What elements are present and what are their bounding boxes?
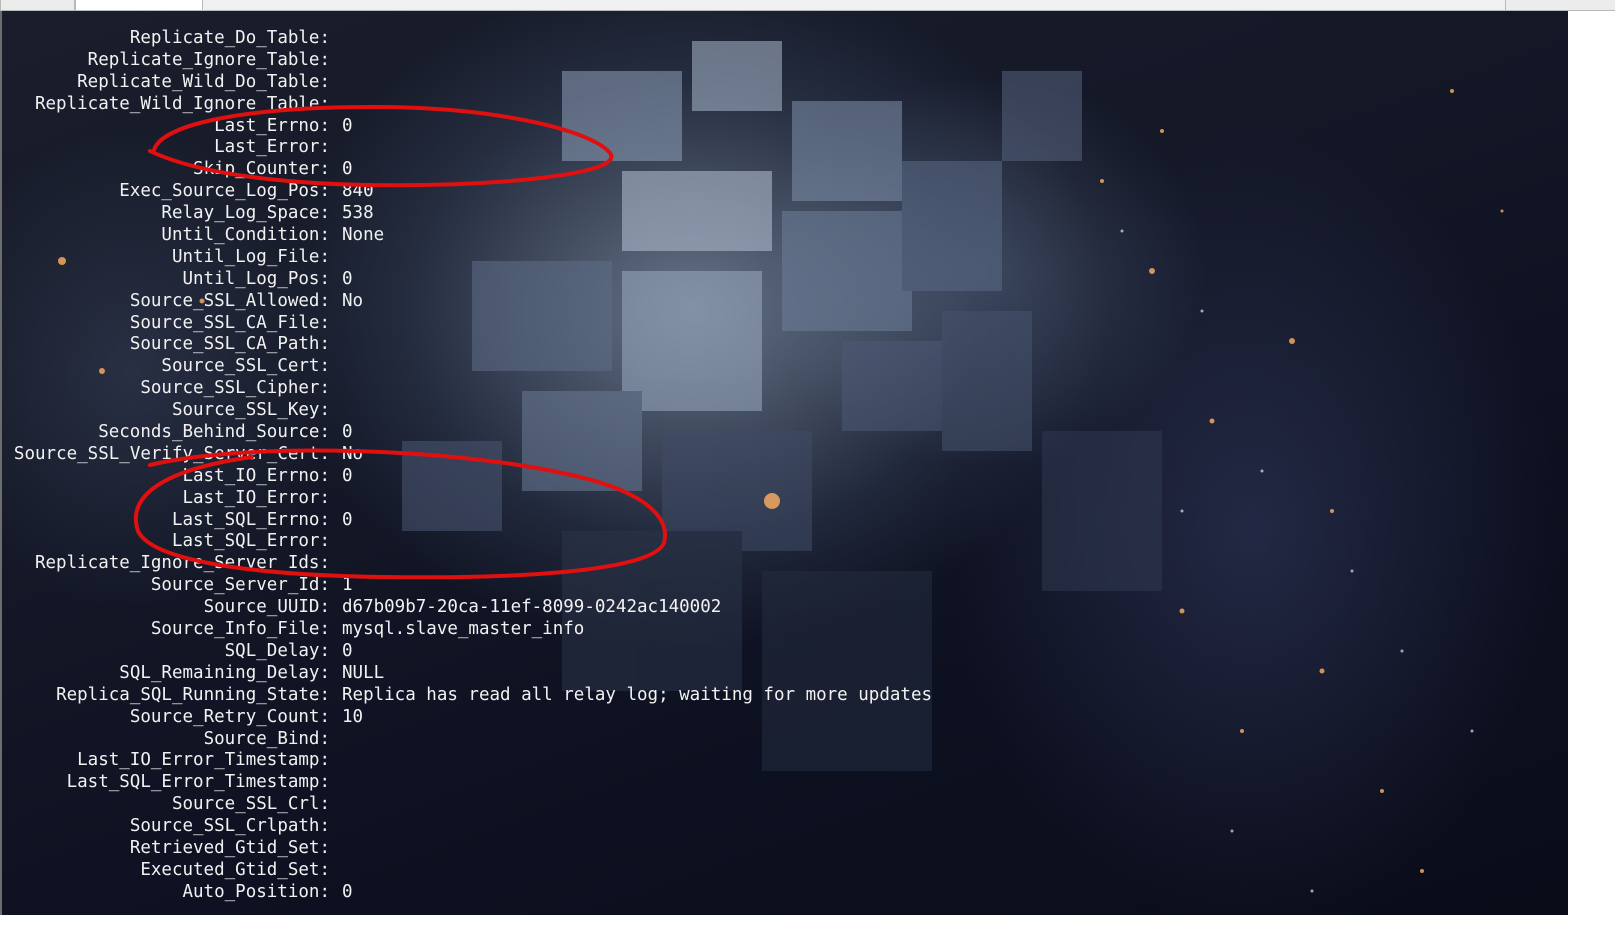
field-name: Source_SSL_Key: — [171, 400, 330, 421]
field-name: Source_Server_Id: — [150, 575, 330, 596]
field-value: 10 — [342, 706, 364, 727]
field-name: Source_SSL_Verify_Server_Cert: — [13, 443, 330, 464]
field-value: 0 — [342, 509, 353, 530]
field-name: Until_Condition: — [161, 225, 330, 246]
field-name: Last_IO_Errno: — [182, 465, 330, 486]
field-value: No — [342, 443, 364, 464]
tab-strip — [0, 0, 1615, 11]
field-name: Source_UUID: — [203, 597, 330, 618]
field-name: Source_Bind: — [203, 728, 330, 749]
field-value: 840 — [342, 181, 374, 202]
field-name: Last_IO_Error_Timestamp: — [77, 750, 330, 771]
field-name: Last_SQL_Error_Timestamp: — [66, 772, 330, 793]
field-name: Replicate_Wild_Ignore_Table: — [34, 93, 330, 114]
field-name: Until_Log_File: — [171, 246, 330, 267]
field-name: Source_SSL_CA_File: — [129, 312, 330, 333]
field-name: SQL_Remaining_Delay: — [119, 662, 330, 683]
field-name: Replicate_Do_Table: — [129, 28, 330, 48]
field-name: Auto_Position: — [182, 881, 330, 902]
field-value: NULL — [342, 662, 385, 683]
field-name: Executed_Gtid_Set: — [140, 859, 330, 880]
field-value: 0 — [342, 159, 353, 180]
field-name: Source_SSL_Cert: — [161, 356, 330, 377]
field-name: Last_IO_Error: — [182, 487, 330, 508]
field-value: 538 — [342, 203, 374, 224]
field-name: Source_SSL_Allowed: — [129, 290, 330, 311]
field-name: Source_Retry_Count: — [129, 706, 330, 727]
field-name: Source_SSL_Crl: — [171, 794, 330, 815]
field-name: Last_Errno: — [214, 115, 330, 136]
field-name: Skip_Counter: — [193, 159, 330, 180]
field-name: Last_Error: — [214, 137, 330, 158]
field-name: Replica_SQL_Running_State: — [56, 684, 330, 705]
field-name: Last_SQL_Error: — [171, 531, 330, 552]
field-value: mysql.slave_master_info — [342, 619, 585, 640]
field-value: 0 — [342, 881, 353, 902]
tab-right[interactable] — [1505, 0, 1615, 10]
window-margin-right — [1568, 11, 1615, 915]
field-name: Source_SSL_Crlpath: — [129, 816, 330, 837]
field-name: Last_SQL_Errno: — [171, 509, 330, 530]
field-name: Exec_Source_Log_Pos: — [119, 181, 330, 202]
terminal-window[interactable]: Replicate_Do_Table: Replicate_Ignore_Tabl… — [0, 11, 1568, 915]
field-name: Replicate_Wild_Do_Table: — [77, 71, 330, 92]
field-value: None — [342, 225, 385, 246]
field-name: Until_Log_Pos: — [182, 268, 330, 289]
field-value: Replica has read all relay log; waiting … — [342, 684, 933, 705]
tab-previous[interactable] — [0, 0, 75, 10]
field-name: Relay_Log_Space: — [161, 203, 330, 224]
field-value: No — [342, 290, 364, 311]
field-value: 0 — [342, 422, 353, 443]
window-margin-bottom — [0, 915, 1615, 942]
field-name: Seconds_Behind_Source: — [98, 422, 330, 443]
field-value: 0 — [342, 268, 353, 289]
field-value: d67b09b7-20ca-11ef-8099-0242ac140002 — [342, 597, 722, 618]
field-value: 0 — [342, 465, 353, 486]
field-name: Retrieved_Gtid_Set: — [129, 837, 330, 858]
field-value: 0 — [342, 640, 353, 661]
field-value: 1 — [342, 575, 353, 596]
field-name: Replicate_Ignore_Server_Ids: — [34, 553, 330, 574]
field-name: SQL_Delay: — [224, 640, 330, 661]
field-name: Source_Info_File: — [150, 619, 330, 640]
field-name: Source_SSL_Cipher: — [140, 378, 330, 399]
field-name: Source_SSL_CA_Path: — [129, 334, 330, 355]
tab-active[interactable] — [75, 0, 203, 10]
field-value: 0 — [342, 115, 353, 136]
field-name: Replicate_Ignore_Table: — [87, 49, 330, 70]
